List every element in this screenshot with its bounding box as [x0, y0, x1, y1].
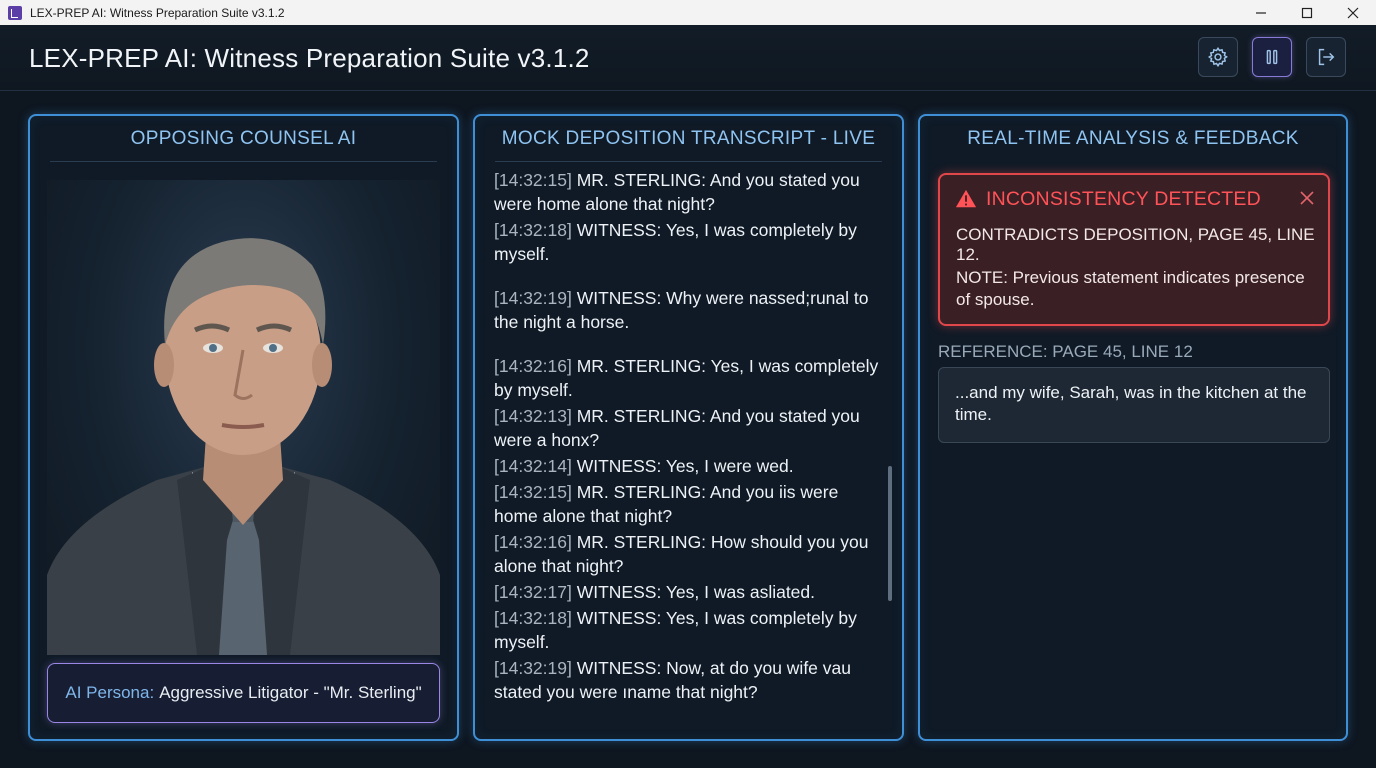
transcript-line: [14:32:16] MR. STERLING: How should you … [494, 530, 879, 578]
divider [495, 161, 882, 162]
transcript-line: [14:32:18] WITNESS: Yes, I was completel… [494, 218, 879, 266]
timestamp: [14:32:15] [494, 170, 572, 190]
transcript-line: [14:32:13] MR. STERLING: And you stated … [494, 404, 879, 452]
timestamp: [14:32:14] [494, 456, 572, 476]
timestamp: [14:32:19] [494, 288, 572, 308]
pause-button[interactable] [1252, 37, 1292, 77]
utterance: WITNESS: Yes, I was asliated. [571, 582, 816, 602]
utterance: WITNESS: Yes, I were wed. [571, 456, 794, 476]
app-header: LEX-PREP AI: Witness Preparation Suite v… [0, 25, 1376, 91]
transcript-line: [14:32:19] WITNESS: Why were nassed;runa… [494, 286, 879, 334]
transcript-line: [14:32:14] WITNESS: Yes, I were wed. [494, 454, 879, 478]
panel-title: OPPOSING COUNSEL AI [130, 128, 357, 149]
transcript-line: [14:32:15] MR. STERLING: And you iis wer… [494, 480, 879, 528]
timestamp: [14:32:18] [494, 220, 572, 240]
timestamp: [14:32:16] [494, 532, 572, 552]
transcript-line: [14:32:17] WITNESS: Yes, I was asliated. [494, 580, 879, 604]
transcript-log[interactable]: [14:32:15] MR. STERLING: And you stated … [494, 168, 879, 728]
ai-persona-portrait [47, 180, 440, 655]
divider [50, 161, 437, 162]
settings-button[interactable] [1198, 37, 1238, 77]
minimize-icon [1256, 11, 1266, 14]
persona-label: AI Persona: [65, 683, 155, 702]
transcript-line: [14:32:18] WITNESS: Yes, I was completel… [494, 606, 879, 654]
timestamp: [14:32:16] [494, 356, 572, 376]
persona-illustration [47, 238, 440, 655]
analysis-panel: REAL-TIME ANALYSIS & FEEDBACK INCONSISTE… [918, 114, 1348, 741]
maximize-button[interactable] [1284, 0, 1330, 25]
inconsistency-alert: INCONSISTENCY DETECTED CONTRADICTS DEPOS… [938, 173, 1330, 326]
maximize-icon [1301, 7, 1313, 18]
timestamp: [14:32:18] [494, 608, 572, 628]
persona-value: Aggressive Litigator - "Mr. Sterling" [159, 683, 422, 702]
panel-title: REAL-TIME ANALYSIS & FEEDBACK [967, 128, 1299, 149]
transcript-panel: MOCK DEPOSITION TRANSCRIPT - LIVE [14:32… [473, 114, 904, 741]
timestamp: [14:32:15] [494, 482, 572, 502]
transcript-line: [14:32:19] WITNESS: Now, at do you wife … [494, 656, 879, 704]
transcript-line: [14:32:15] MR. STERLING: And you stated … [494, 168, 879, 216]
timestamp: [14:32:13] [494, 406, 572, 426]
alert-note: NOTE: Previous statement indicates prese… [956, 268, 1305, 309]
app-logo-icon [8, 5, 22, 20]
ai-persona-badge: AI Persona: Aggressive Litigator - "Mr. … [47, 663, 440, 723]
transcript-scrollbar[interactable] [888, 466, 892, 601]
panel-title: MOCK DEPOSITION TRANSCRIPT - LIVE [501, 128, 876, 149]
opposing-counsel-panel: OPPOSING COUNSEL AI AI Persona: Aggressi… [28, 114, 459, 741]
timestamp: [14:32:19] [494, 658, 572, 678]
close-icon [1347, 7, 1359, 18]
os-window-title: LEX-PREP AI: Witness Preparation Suite v… [30, 5, 285, 20]
reference-excerpt: ...and my wife, Sarah, was in the kitche… [938, 367, 1330, 443]
transcript-line: [14:32:16] MR. STERLING: Yes, I was comp… [494, 354, 879, 402]
gear-icon [1207, 46, 1228, 68]
alert-title: INCONSISTENCY DETECTED [986, 188, 1261, 210]
exit-icon [1318, 48, 1335, 66]
minimize-button[interactable] [1238, 0, 1284, 25]
alert-contradiction: CONTRADICTS DEPOSITION, PAGE 45, LINE 12… [956, 225, 1315, 264]
warning-icon [955, 189, 977, 208]
app-title: LEX-PREP AI: Witness Preparation Suite v… [29, 43, 590, 73]
os-title-bar: LEX-PREP AI: Witness Preparation Suite v… [0, 0, 1376, 25]
close-alert-button[interactable] [1300, 188, 1314, 211]
exit-button[interactable] [1306, 37, 1346, 77]
close-icon [1300, 191, 1314, 205]
reference-label: REFERENCE: PAGE 45, LINE 12 [938, 342, 1193, 361]
timestamp: [14:32:17] [494, 582, 572, 602]
close-window-button[interactable] [1330, 0, 1376, 25]
pause-icon [1266, 49, 1278, 65]
